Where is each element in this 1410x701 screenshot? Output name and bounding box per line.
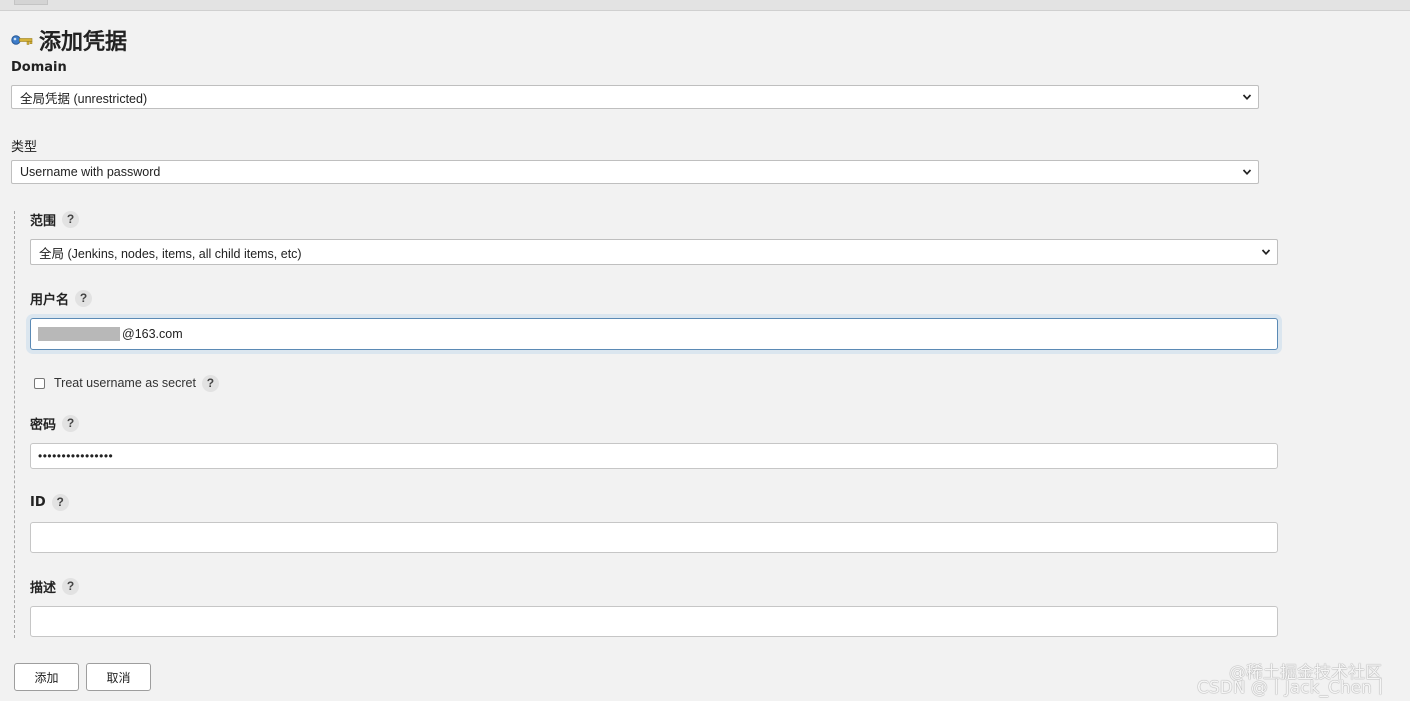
help-icon[interactable]: ?	[51, 493, 69, 511]
add-button[interactable]: 添加	[14, 663, 79, 691]
scope-label: 范围 ?	[30, 210, 80, 229]
kind-label-text: 类型	[11, 139, 38, 155]
id-label: ID ?	[30, 493, 69, 511]
help-icon[interactable]: ?	[75, 289, 93, 307]
password-label: 密码 ?	[30, 414, 80, 433]
username-label: 用户名 ?	[30, 289, 93, 308]
redacted-block	[38, 327, 120, 341]
help-icon[interactable]: ?	[62, 577, 80, 595]
scope-select[interactable]: 全局 (Jenkins, nodes, items, all child ite…	[30, 239, 1278, 265]
page-title: 添加凭据	[39, 30, 128, 55]
scope-select-value: 全局 (Jenkins, nodes, items, all child ite…	[39, 246, 302, 261]
password-value: ••••••••••••••••	[38, 449, 114, 463]
kind-label: 类型	[11, 136, 38, 155]
key-icon	[11, 35, 33, 45]
password-field[interactable]: ••••••••••••••••	[30, 443, 1278, 469]
domain-select[interactable]: 全局凭据 (unrestricted)	[11, 85, 1259, 109]
watermark-csdn: CSDN @丨Jack_Chen丨	[1197, 678, 1389, 698]
username-label-text: 用户名	[30, 292, 70, 308]
description-field[interactable]	[30, 606, 1278, 637]
description-label-text: 描述	[30, 580, 57, 596]
scope-label-text: 范围	[30, 213, 57, 229]
tab-stub[interactable]	[14, 0, 48, 5]
domain-select-value: 全局凭据 (unrestricted)	[20, 91, 148, 106]
help-icon[interactable]: ?	[62, 210, 80, 228]
description-label: 描述 ?	[30, 577, 80, 596]
chevron-down-icon	[1242, 169, 1252, 176]
username-secret-row: Treat username as secret ?	[34, 374, 219, 392]
password-label-text: 密码	[30, 417, 57, 433]
username-secret-checkbox[interactable]	[34, 377, 45, 389]
username-secret-label[interactable]: Treat username as secret	[54, 376, 196, 390]
domain-label: Domain	[11, 58, 67, 76]
cancel-button[interactable]: 取消	[86, 663, 151, 691]
kind-select-value: Username with password	[20, 165, 161, 179]
page-header: 添加凭据	[11, 26, 128, 55]
help-icon[interactable]: ?	[62, 414, 80, 432]
chevron-down-icon	[1261, 249, 1271, 256]
help-icon[interactable]: ?	[201, 374, 219, 392]
username-field[interactable]: @163.com	[30, 318, 1278, 350]
kind-select[interactable]: Username with password	[11, 160, 1259, 184]
id-label-text: ID	[30, 494, 46, 510]
domain-label-text: Domain	[11, 59, 67, 75]
username-value: @163.com	[122, 327, 183, 341]
nested-section-rail	[14, 211, 15, 638]
id-field[interactable]	[30, 522, 1278, 553]
top-bar	[0, 0, 1410, 11]
chevron-down-icon	[1242, 94, 1252, 101]
